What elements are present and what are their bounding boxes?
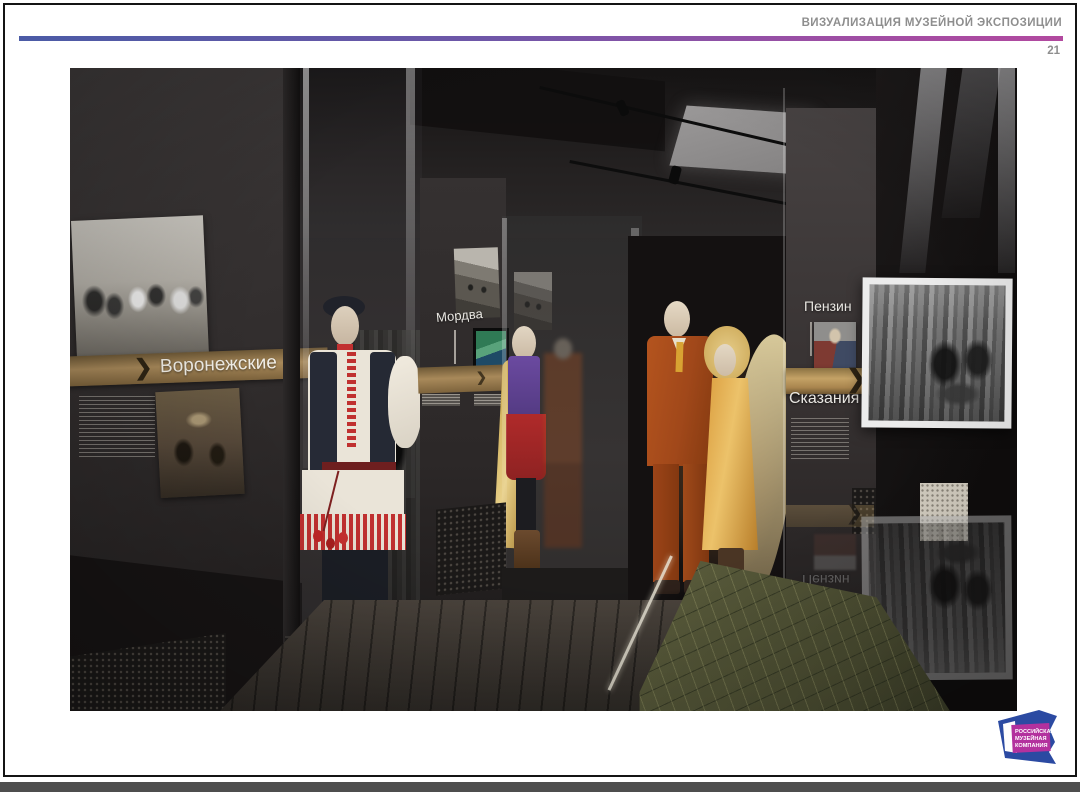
mannequin-head [331, 306, 359, 346]
company-logo: РОССИЙСКАЯ МУЗЕЙНАЯ КОМПАНИЯ [998, 710, 1057, 764]
slide-page: ВИЗУАЛИЗАЦИЯ МУЗЕЙНОЙ ЭКСПОЗИЦИИ 21 ❯ Во… [0, 0, 1080, 792]
tassel [313, 530, 323, 542]
exhibit-text-panel [79, 396, 155, 460]
logo-text-line3: КОМПАНИЯ [1015, 743, 1048, 749]
vitrine-frame [283, 68, 300, 650]
mannequin-head [512, 326, 536, 360]
costume-cuff-embroidery [392, 440, 422, 455]
costume-purple-top [508, 356, 540, 418]
section-label-skazaniya: Сказания [789, 390, 860, 407]
portrait-reflection [814, 534, 856, 570]
logo-text-line2: МУЗЕЙНАЯ [1015, 734, 1047, 742]
exhibit-text-panel [791, 418, 849, 462]
tassel [326, 538, 335, 549]
costume-hem [302, 470, 404, 516]
slide-title: ВИЗУАЛИЗАЦИЯ МУЗЕЙНОЙ ЭКСПОЗИЦИИ [801, 17, 1062, 29]
groom-tie [675, 341, 684, 373]
bride-head [714, 344, 736, 376]
costume-red-skirt [506, 414, 546, 480]
section-label-voronezhskie: Воронежские [159, 352, 278, 378]
costume-front-embroidery [347, 352, 356, 448]
exhibition-render-image: ❯ Воронежские Мордва ❯ Пензин ❯ Сказания… [70, 68, 1017, 711]
chevron-icon: ❯ [475, 369, 488, 385]
window-bottom-bar [0, 782, 1080, 792]
glass-reflection-streak [998, 68, 1015, 273]
accent-gradient-bar [19, 36, 1063, 41]
chevron-icon: ❯ [846, 504, 863, 526]
chevron-icon: ❯ [133, 354, 153, 381]
page-number: 21 [1047, 45, 1060, 57]
costume-boot [514, 530, 540, 572]
label-light-line [454, 330, 456, 364]
exhibit-caption-strip [422, 394, 460, 406]
archive-photo-house-reflected [514, 272, 552, 330]
archive-photo-crowd [71, 215, 209, 361]
tassel [338, 532, 348, 544]
label-light-line [810, 322, 812, 356]
gold-band-middle: ❯ [417, 364, 511, 394]
glass-reflection-figure [544, 336, 582, 548]
glass-partition-edge [783, 88, 785, 593]
mannequin-legs [516, 478, 536, 534]
logo-text-line1: РОССИЙСКАЯ [1015, 727, 1055, 735]
framed-photo-forest-couple [861, 277, 1013, 429]
radiator-grille [436, 502, 506, 596]
costume-belt [322, 462, 396, 470]
archive-photo-interior [155, 387, 245, 499]
section-label-penzin: Пензин [804, 298, 852, 314]
groom-head [664, 301, 690, 337]
